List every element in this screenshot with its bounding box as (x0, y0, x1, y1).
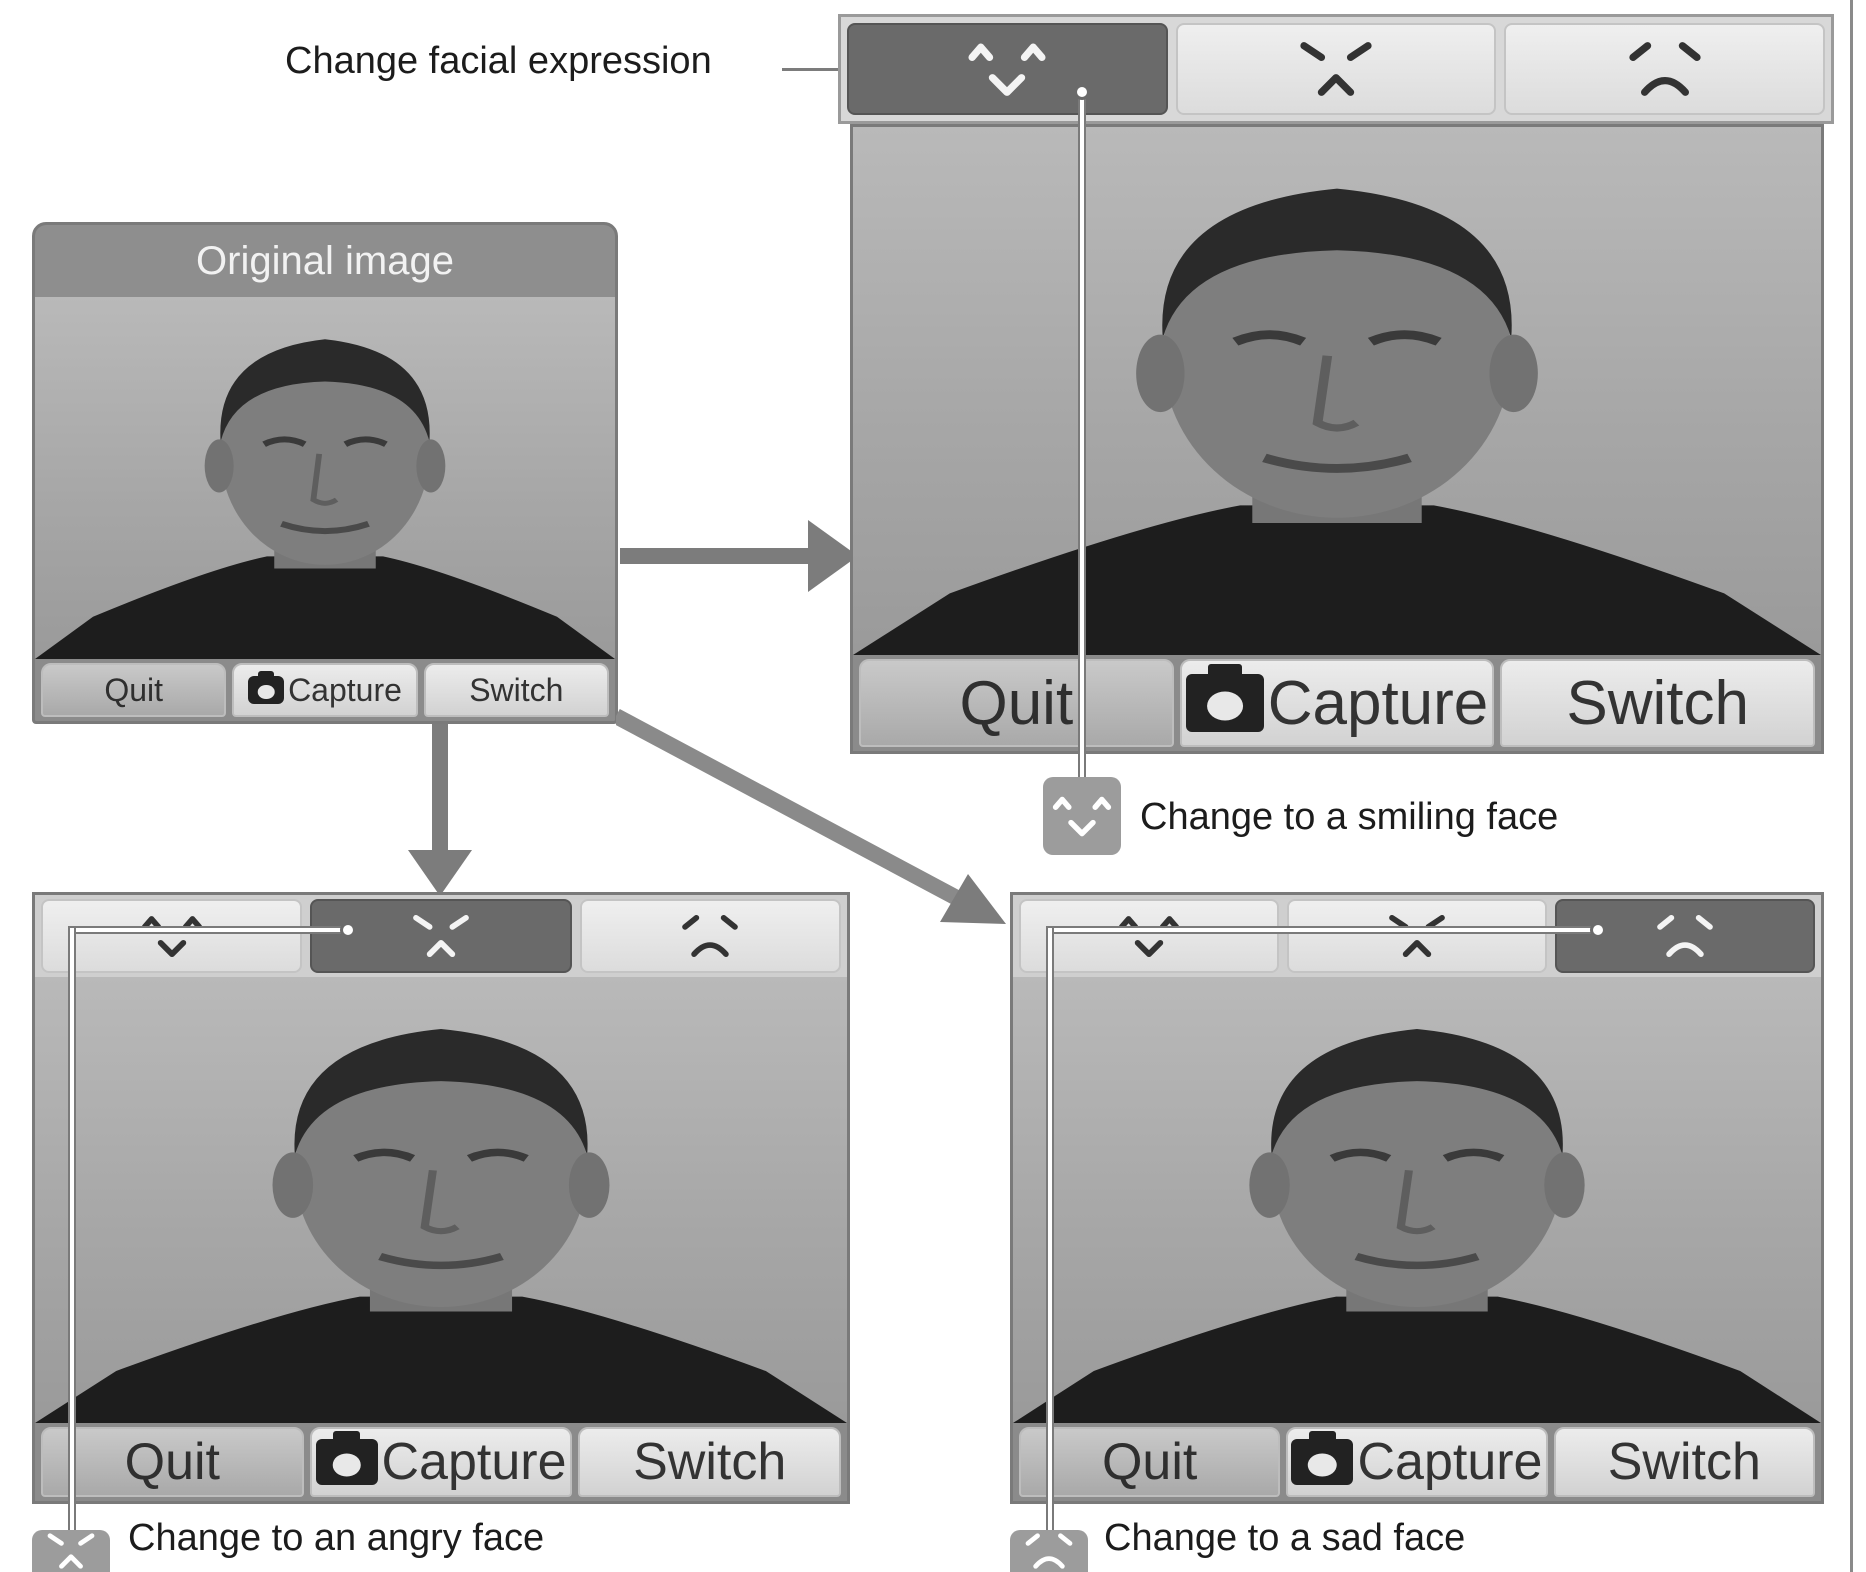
smile-face-icon (962, 37, 1052, 101)
smile-leader-line (1080, 92, 1084, 784)
camera-icon (1185, 663, 1264, 732)
quit-button[interactable]: Quit (41, 1427, 304, 1497)
angry-photo (35, 977, 847, 1423)
smile-callout-icon (1043, 777, 1121, 855)
angry-leader-vertical (70, 928, 74, 1540)
expression-tabs-angry (35, 895, 847, 977)
sad-face-icon (675, 911, 745, 961)
original-image-header: Original image (35, 225, 615, 297)
tab-sad[interactable] (1504, 23, 1826, 115)
original-image-title: Original image (196, 238, 454, 283)
smile-preview-screen: Quit Capture Switch (850, 124, 1824, 754)
arrow-down-icon (408, 850, 472, 896)
camera-icon (1291, 1430, 1354, 1485)
smile-photo (853, 127, 1821, 655)
angry-callout-icon (32, 1530, 110, 1572)
angry-face-icon (1382, 911, 1452, 961)
angry-face-icon (1291, 37, 1381, 101)
sad-button-bar: Quit Capture Switch (1013, 1423, 1821, 1501)
sad-leader-horizontal (1048, 928, 1596, 932)
portrait-image (35, 977, 847, 1423)
sad-preview-screen: Quit Capture Switch (1010, 892, 1824, 1504)
sad-face-icon (1016, 1530, 1082, 1572)
smile-leader-dot (1074, 84, 1090, 100)
expression-tabs-top (838, 14, 1834, 124)
portrait-image (1013, 977, 1821, 1423)
expression-tabs-sad (1013, 895, 1821, 977)
portrait-image (35, 297, 615, 659)
capture-button[interactable]: Capture (1286, 1427, 1548, 1497)
tab-sad[interactable] (579, 899, 841, 973)
sad-face-icon (1650, 911, 1720, 961)
change-expression-label: Change facial expression (285, 40, 712, 82)
tab-smile[interactable] (1019, 899, 1279, 973)
smile-face-icon (1049, 786, 1115, 846)
portrait-image (853, 127, 1821, 655)
sad-callout-icon (1010, 1530, 1088, 1572)
quit-button[interactable]: Quit (1019, 1427, 1281, 1497)
sad-label: Change to a sad face (1104, 1517, 1466, 1559)
arrow-to-angry-shaft (432, 724, 448, 864)
angry-button-bar: Quit Capture Switch (35, 1423, 847, 1501)
arrow-to-smile-shaft (620, 548, 830, 564)
quit-button[interactable]: Quit (41, 663, 227, 717)
angry-label: Change to an angry face (128, 1517, 545, 1559)
original-photo (35, 297, 615, 659)
original-image-panel: Original image Quit Capture Switch (32, 222, 618, 724)
switch-button[interactable]: Switch (578, 1427, 842, 1497)
angry-face-icon (38, 1530, 104, 1572)
capture-button[interactable]: Capture (309, 1427, 573, 1497)
smile-face-icon (137, 911, 207, 961)
sad-leader-vertical (1048, 928, 1052, 1540)
sad-leader-dot (1590, 922, 1606, 938)
smile-face-icon (1114, 911, 1184, 961)
original-button-bar: Quit Capture Switch (35, 659, 615, 721)
tab-smile[interactable] (41, 899, 303, 973)
switch-button[interactable]: Switch (1553, 1427, 1815, 1497)
switch-button[interactable]: Switch (423, 663, 609, 717)
sad-face-icon (1620, 37, 1710, 101)
tab-smile[interactable] (847, 23, 1168, 115)
page-border-line (1850, 0, 1853, 1572)
tab-angry[interactable] (1287, 899, 1547, 973)
sad-photo (1013, 977, 1821, 1423)
camera-icon (248, 670, 285, 704)
angry-face-icon (406, 911, 476, 961)
switch-button[interactable]: Switch (1500, 659, 1816, 747)
expression-leader-line (782, 68, 840, 71)
camera-icon (315, 1430, 378, 1485)
angry-leader-horizontal (70, 928, 346, 932)
smile-label: Change to a smiling face (1140, 796, 1559, 838)
tab-angry[interactable] (1175, 23, 1497, 115)
angry-preview-screen: Quit Capture Switch (32, 892, 850, 1504)
capture-button[interactable]: Capture (232, 663, 418, 717)
capture-button[interactable]: Capture (1179, 659, 1495, 747)
angry-leader-dot (340, 922, 356, 938)
